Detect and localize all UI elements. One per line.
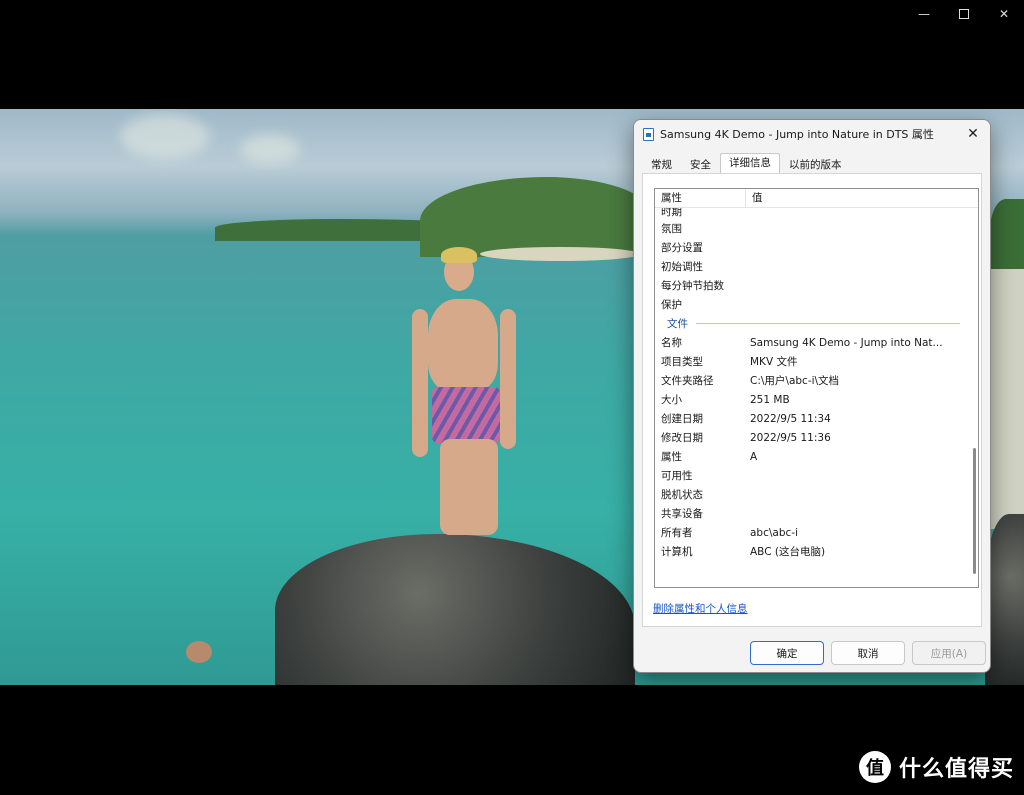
details-panel: 属性 值 时期 氛围部分设置初始调性每分钟节拍数 保护 文件 名称 Samsung … [642,173,982,627]
section-divider [696,323,960,324]
list-row[interactable]: 文件夹路径 C:\用户\abc-i\文档 [655,371,978,390]
dialog-title: Samsung 4K Demo - Jump into Nature in DT… [660,128,934,141]
section-label: 文件 [667,318,688,330]
row-value: C:\用户\abc-i\文档 [750,375,840,387]
row-key: 名称 [661,337,682,349]
list-row[interactable]: 可用性 [655,466,978,485]
swimmer [186,641,212,663]
list-row[interactable]: 初始调性 [655,257,978,276]
watermark-logo-icon: 值 [858,751,891,783]
list-row[interactable]: 创建日期 2022/9/5 11:34 [655,409,978,428]
row-value: 251 MB [750,393,790,406]
ok-button[interactable]: 确定 [750,641,824,665]
cloud [120,114,210,159]
row-key: 修改日期 [661,432,703,444]
row-key: 大小 [661,394,682,406]
row-key: 共享设备 [661,508,703,520]
row-key: 保护 [661,299,682,311]
tab-previous-versions[interactable]: 以前的版本 [780,155,851,174]
dialog-close-button[interactable]: ✕ [956,126,990,142]
maximize-icon [959,9,969,19]
jumper-hair [441,247,477,263]
jumper-shorts [432,387,500,443]
row-key: 初始调性 [661,261,703,273]
apply-button[interactable]: 应用(A) [912,641,986,665]
row-key: 脱机状态 [661,489,703,501]
remove-properties-link[interactable]: 删除属性和个人信息 [653,601,748,616]
maximize-button[interactable] [944,0,984,28]
watermark-text: 什么值得买 [898,757,1014,782]
row-key: 每分钟节拍数 [661,280,724,292]
row-key: 文件夹路径 [661,375,714,387]
list-row[interactable]: 共享设备 [655,504,978,523]
column-header-property[interactable]: 属性 [655,189,745,207]
list-row[interactable]: 名称 Samsung 4K Demo - Jump into Nat... [655,333,978,352]
row-value: Samsung 4K Demo - Jump into Nat... [750,336,943,349]
row-key: 时期 [661,208,682,218]
row-value: abc\abc-i [750,526,798,539]
list-row[interactable]: 计算机 ABC (这台电脑) [655,542,978,561]
video-file-icon [643,127,654,141]
list-row[interactable]: 修改日期 2022/9/5 11:36 [655,428,978,447]
cloud [240,134,300,164]
list-row-partial[interactable]: 时期 [655,208,978,219]
list-header: 属性 值 [655,189,978,208]
list-row[interactable]: 项目类型 MKV 文件 [655,352,978,371]
row-value: 2022/9/5 11:34 [750,412,831,425]
row-value: MKV 文件 [750,356,798,368]
row-value: 2022/9/5 11:36 [750,431,831,444]
right-trees [990,199,1024,279]
row-key: 属性 [661,451,682,463]
row-value: ABC (这台电脑) [750,546,826,558]
list-row[interactable]: 氛围 [655,219,978,238]
row-key: 创建日期 [661,413,703,425]
tab-details[interactable]: 详细信息 [720,153,780,174]
tab-strip: 常规 安全 详细信息 以前的版本 [642,153,851,174]
dialog-titlebar[interactable]: Samsung 4K Demo - Jump into Nature in DT… [634,120,990,148]
minimize-button[interactable]: — [904,0,944,28]
row-key: 项目类型 [661,356,703,368]
row-key: 所有者 [661,527,693,539]
close-button[interactable]: ✕ [984,0,1024,28]
row-key: 部分设置 [661,242,703,254]
foreground-rock [275,534,635,685]
list-row[interactable]: 大小 251 MB [655,390,978,409]
list-row[interactable]: 部分设置 [655,238,978,257]
jumper-legs [440,439,498,535]
jumper-right-arm [500,309,516,449]
properties-dialog: Samsung 4K Demo - Jump into Nature in DT… [633,119,991,673]
tab-general[interactable]: 常规 [642,155,681,174]
beach [480,247,640,261]
list-row[interactable]: 保护 [655,295,978,314]
list-row[interactable]: 所有者 abc\abc-i [655,523,978,542]
cancel-button[interactable]: 取消 [831,641,905,665]
row-value: A [750,450,758,463]
list-row[interactable]: 脱机状态 [655,485,978,504]
tab-security[interactable]: 安全 [681,155,720,174]
jumper-left-arm [412,309,428,457]
jumper-torso [428,299,498,391]
watermark: 值 什么值得买 [858,751,1014,783]
row-key: 计算机 [661,546,693,558]
list-row[interactable]: 每分钟节拍数 [655,276,978,295]
section-header-file: 文件 [655,314,978,333]
row-key: 氛围 [661,223,682,235]
green-hillside [420,177,650,257]
details-list[interactable]: 属性 值 时期 氛围部分设置初始调性每分钟节拍数 保护 文件 名称 Samsung … [654,188,979,588]
list-row[interactable]: 属性 A [655,447,978,466]
scrollbar-thumb[interactable] [973,448,976,574]
row-key: 可用性 [661,470,693,482]
column-header-value[interactable]: 值 [745,189,978,207]
window-controls: — ✕ [904,0,1024,28]
list-scrollbar[interactable] [972,192,976,584]
